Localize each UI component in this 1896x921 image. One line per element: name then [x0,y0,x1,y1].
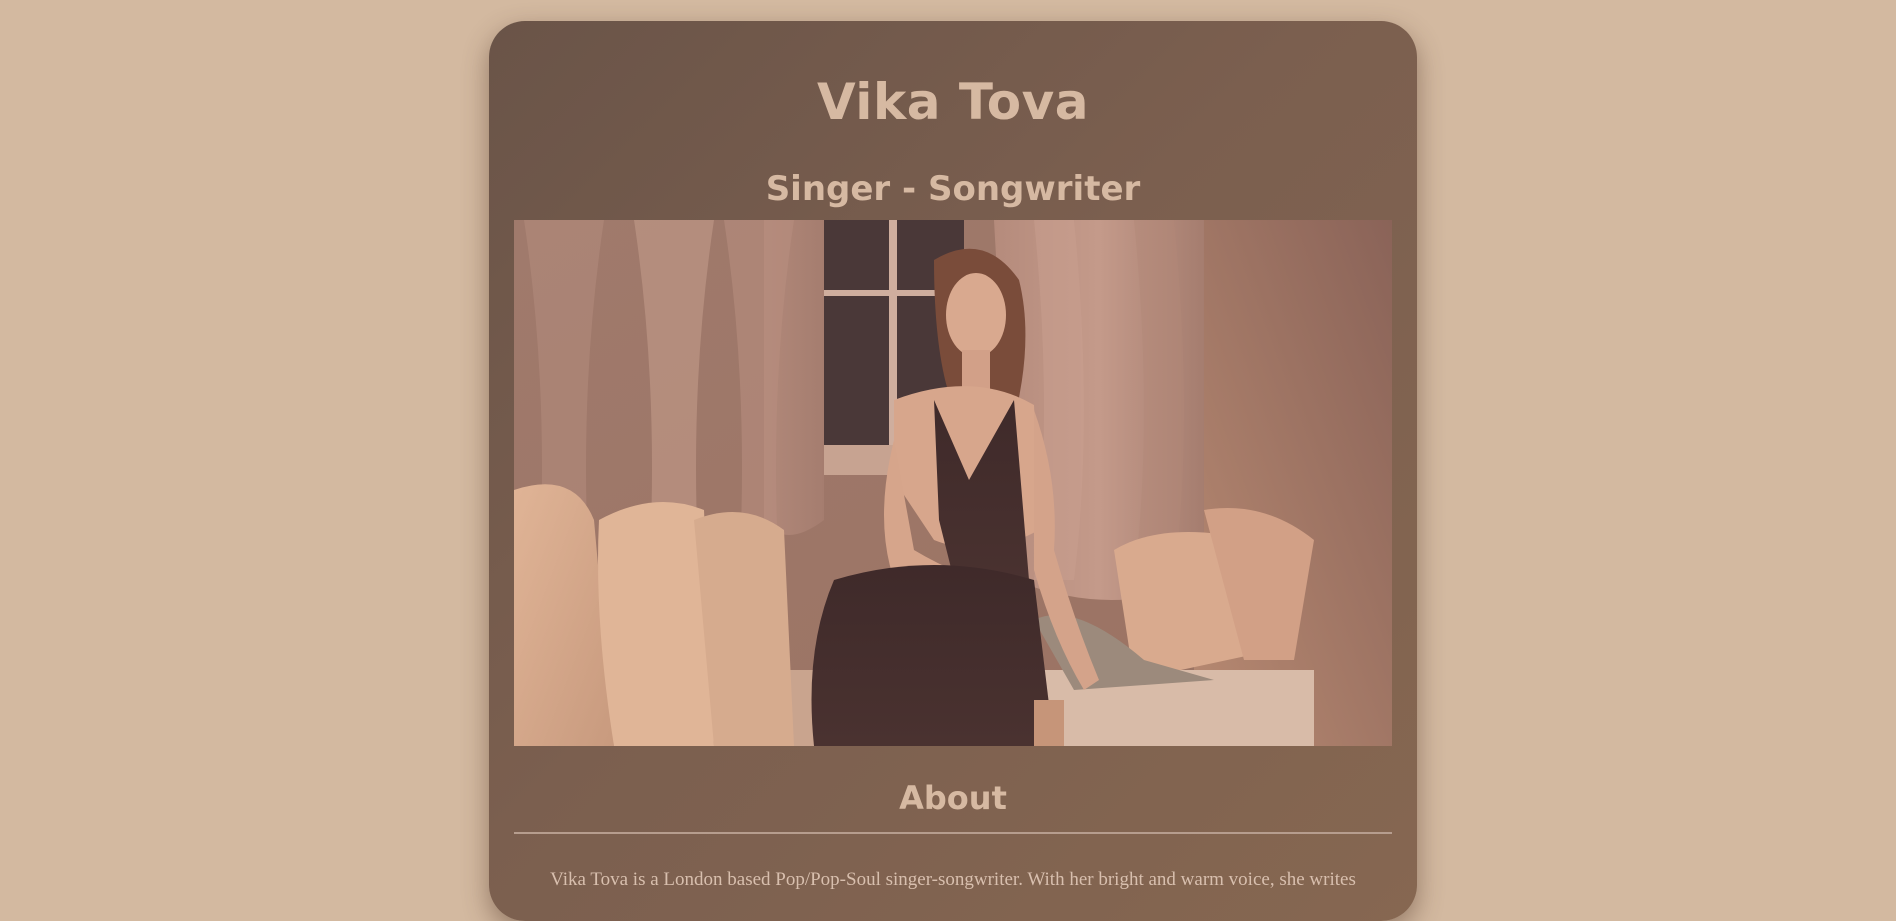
photo-icon [514,220,1392,746]
artist-role: Singer - Songwriter [765,169,1141,209]
hero-photo [514,220,1392,746]
about-paragraph: Vika Tova is a London based Pop/Pop-Soul… [550,869,1356,890]
profile-card: Vika Tova Singer - Songwriter About Vika… [489,21,1417,921]
artist-name: Vika Tova [816,73,1089,131]
section-divider [514,832,1392,834]
about-heading: About [899,779,1007,817]
